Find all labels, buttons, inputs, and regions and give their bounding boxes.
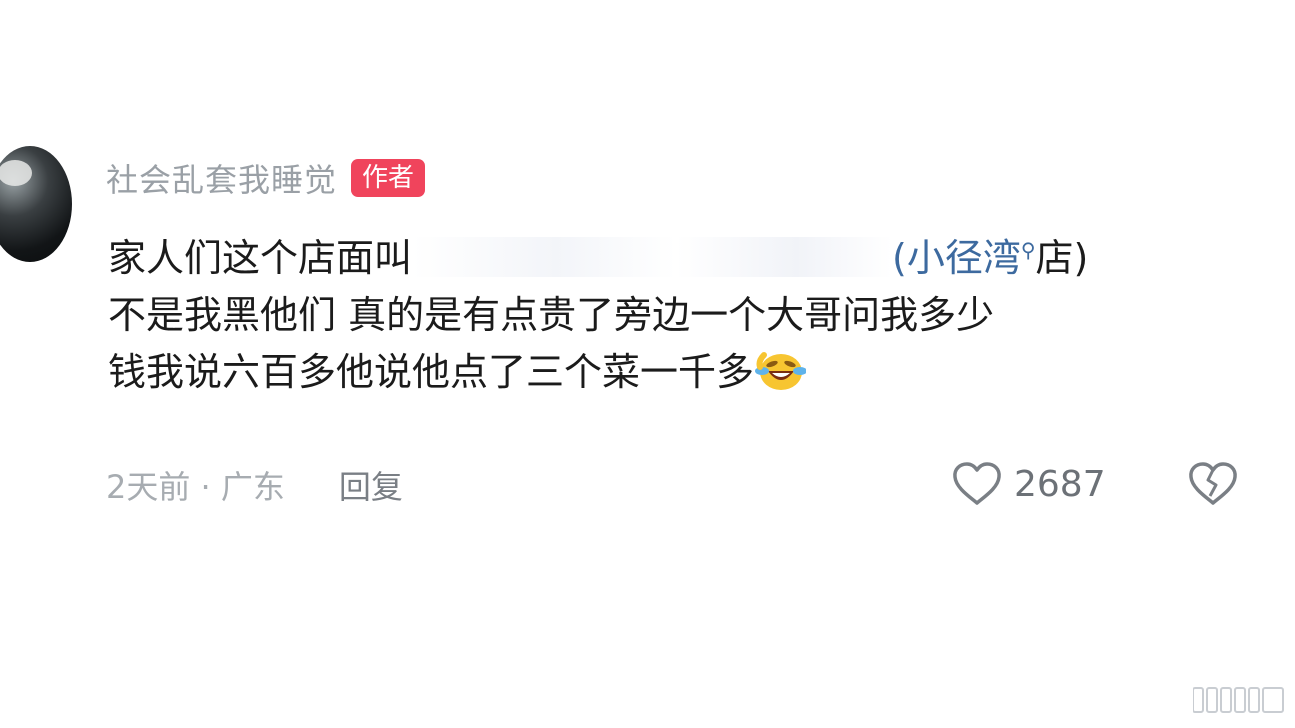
comment-text-suffix: 店) xyxy=(1035,236,1089,280)
comment-text: 家人们这个店面叫 (小径湾⚲店) 不是我黑他们 真的是有点贵了旁边一个大哥问我多少… xyxy=(108,222,1258,401)
watermark-logo xyxy=(1193,687,1284,713)
comment-line-1: 家人们这个店面叫 (小径湾⚲店) xyxy=(108,222,1258,287)
like-count: 2687 xyxy=(1014,463,1106,505)
like-button[interactable]: 2687 xyxy=(950,458,1106,510)
laughing-crying-emoji-icon xyxy=(755,352,807,390)
comment-text-prefix: 家人们这个店面叫 xyxy=(108,236,413,280)
username[interactable]: 社会乱套我睡觉 xyxy=(106,155,337,201)
comment-meta: 2天前 · 广东 回复 xyxy=(106,462,403,508)
heart-outline-icon xyxy=(953,462,1001,505)
redacted-store-name xyxy=(412,237,893,277)
comment-line-2: 不是我黑他们 真的是有点贵了旁边一个大哥问我多少 xyxy=(108,293,995,337)
search-icon: ⚲ xyxy=(1020,238,1036,262)
location-link-label: (小径湾 xyxy=(892,236,1021,280)
comment-header: 社会乱套我睡觉 作者 xyxy=(106,155,426,201)
timestamp-location: 2天前 · 广东 xyxy=(106,468,285,506)
comment-line-3-text: 钱我说六百多他说他点了三个菜一千多 xyxy=(108,350,755,394)
avatar[interactable] xyxy=(0,146,72,262)
broken-heart-icon[interactable] xyxy=(1186,458,1240,510)
location-link[interactable]: (小径湾⚲ xyxy=(892,236,1035,280)
comment-line-3: 钱我说六百多他说他点了三个菜一千多 xyxy=(108,344,1258,401)
author-badge: 作者 xyxy=(351,159,426,197)
reply-button[interactable]: 回复 xyxy=(339,462,403,508)
